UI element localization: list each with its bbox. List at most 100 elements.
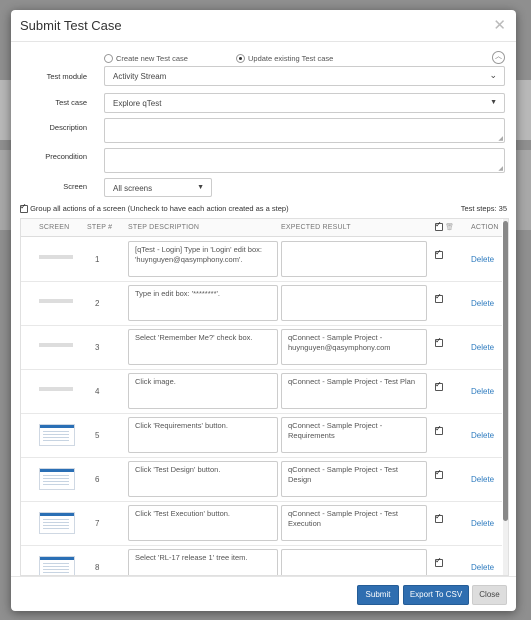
expected-result-input[interactable]: qConnect - Sample Project - Test Executi… [281, 505, 427, 541]
create-new-label: Create new Test case [116, 53, 188, 63]
description-label: Description [49, 123, 87, 132]
table-row: 7 Click 'Test Execution' button. qConnect … [21, 501, 502, 546]
caret-down-icon: ▼ [490, 99, 497, 106]
screen-thumbnail[interactable] [39, 468, 75, 490]
step-number: 6 [95, 475, 100, 484]
table-scrollbar[interactable] [503, 219, 508, 575]
group-actions-label: Group all actions of a screen (Uncheck t… [30, 204, 289, 213]
row-checkbox[interactable] [435, 468, 443, 479]
step-description-input[interactable]: Click 'Test Execution' button. [128, 505, 278, 541]
row-checkbox[interactable] [435, 380, 443, 391]
screen-select[interactable]: All screens ▼ [104, 178, 212, 197]
step-number: 1 [95, 255, 100, 264]
step-number: 5 [95, 431, 100, 440]
modal-header: Submit Test Case ✕ [11, 10, 516, 42]
header-step: STEP # [87, 224, 113, 231]
select-all-checkbox[interactable] [435, 220, 443, 232]
step-description-input[interactable]: Click image. [128, 373, 278, 409]
update-existing-option[interactable]: Update existing Test case [235, 53, 333, 63]
row-checkbox[interactable] [435, 512, 443, 523]
update-existing-radio[interactable] [235, 53, 245, 63]
step-description-input[interactable]: Select 'RL-17 release 1' tree item. [128, 549, 278, 575]
step-description-input[interactable]: Select 'Remember Me?' check box. [128, 329, 278, 365]
expected-result-input[interactable] [281, 285, 427, 321]
screen-value: All screens [113, 184, 153, 193]
table-row: 5 Click 'Requirements' button. qConnect - … [21, 413, 502, 458]
row-checkbox[interactable] [435, 424, 443, 435]
step-number: 7 [95, 519, 100, 528]
step-number: 4 [95, 387, 100, 396]
test-case-select[interactable]: Explore qTest ▼ [104, 93, 505, 113]
screen-thumbnail[interactable] [39, 343, 73, 347]
delete-link[interactable]: Delete [471, 519, 494, 528]
delete-link[interactable]: Delete [471, 299, 494, 308]
close-button[interactable]: Close [472, 585, 507, 605]
header-action: ACTION [471, 224, 499, 231]
test-module-label: Test module [46, 72, 87, 81]
test-module-select[interactable]: Activity Stream ⌄ [104, 66, 505, 86]
screen-thumbnail[interactable] [39, 424, 75, 446]
row-checkbox[interactable] [435, 336, 443, 347]
test-case-value: Explore qTest [113, 99, 162, 108]
expected-result-input[interactable]: qConnect - Sample Project - huynguyen@qa… [281, 329, 427, 365]
expected-result-input[interactable] [281, 549, 427, 575]
resize-handle-icon[interactable]: ◢ [498, 165, 503, 172]
modal-title: Submit Test Case [20, 18, 122, 33]
expected-result-input[interactable] [281, 241, 427, 277]
row-checkbox[interactable] [435, 556, 443, 567]
header-description: STEP DESCRIPTION [128, 224, 200, 231]
screen-label: Screen [63, 182, 87, 191]
expected-result-input[interactable]: qConnect - Sample Project - Requirements [281, 417, 427, 453]
expected-result-input[interactable]: qConnect - Sample Project - Test Design [281, 461, 427, 497]
table-row: 1 [qTest - Login] Type in 'Login' edit bo… [21, 237, 502, 282]
screen-thumbnail[interactable] [39, 299, 73, 303]
precondition-label: Precondition [45, 152, 87, 161]
precondition-input[interactable]: ◢ [104, 148, 505, 173]
header-screen: SCREEN [39, 224, 70, 231]
test-module-value: Activity Stream [113, 72, 167, 81]
table-row: 4 Click image. qConnect - Sample Project -… [21, 369, 502, 414]
expected-result-input[interactable]: qConnect - Sample Project - Test Plan [281, 373, 427, 409]
close-icon[interactable]: ✕ [493, 16, 506, 34]
screen-thumbnail[interactable] [39, 556, 75, 575]
submit-button[interactable]: Submit [357, 585, 399, 605]
header-select-all: 🗑 [435, 220, 454, 232]
screen-thumbnail[interactable] [39, 387, 73, 391]
export-csv-button[interactable]: Export To CSV [403, 585, 469, 605]
screen-thumbnail[interactable] [39, 255, 73, 259]
table-row: 6 Click 'Test Design' button. qConnect - S… [21, 457, 502, 502]
modal-footer: Submit Export To CSV Close [11, 576, 516, 611]
description-input[interactable]: ◢ [104, 118, 505, 143]
test-case-label: Test case [55, 98, 87, 107]
test-steps-table: SCREEN STEP # STEP DESCRIPTION EXPECTED … [20, 218, 509, 576]
mode-radio-group: Create new Test case Update existing Tes… [104, 52, 375, 64]
header-expected: EXPECTED RESULT [281, 224, 351, 231]
step-description-input[interactable]: [qTest - Login] Type in 'Login' edit box… [128, 241, 278, 277]
row-checkbox[interactable] [435, 248, 443, 259]
table-row: 2 Type in edit box: '********'. Delete [21, 281, 502, 326]
step-description-input[interactable]: Click 'Test Design' button. [128, 461, 278, 497]
delete-link[interactable]: Delete [471, 343, 494, 352]
chevron-down-icon: ⌄ [489, 70, 497, 80]
delete-link[interactable]: Delete [471, 563, 494, 572]
create-new-radio[interactable] [104, 53, 113, 63]
resize-handle-icon[interactable]: ◢ [498, 135, 503, 142]
screen-thumbnail[interactable] [39, 512, 75, 534]
step-description-input[interactable]: Click 'Requirements' button. [128, 417, 278, 453]
group-actions-checkbox[interactable] [20, 202, 28, 214]
submit-test-case-modal: Submit Test Case ✕ Create new Test case … [11, 10, 516, 611]
delete-link[interactable]: Delete [471, 387, 494, 396]
trash-icon[interactable]: 🗑 [445, 224, 454, 231]
scrollbar-thumb[interactable] [503, 221, 508, 521]
create-new-option[interactable]: Create new Test case [104, 53, 188, 63]
row-checkbox[interactable] [435, 292, 443, 303]
test-steps-count: Test steps: 35 [460, 204, 507, 213]
delete-link[interactable]: Delete [471, 431, 494, 440]
step-description-input[interactable]: Type in edit box: '********'. [128, 285, 278, 321]
caret-down-icon: ▼ [197, 184, 204, 191]
delete-link[interactable]: Delete [471, 255, 494, 264]
delete-link[interactable]: Delete [471, 475, 494, 484]
group-actions-row: Group all actions of a screen (Uncheck t… [20, 202, 507, 216]
collapse-chevron-icon[interactable]: ︿ [492, 51, 505, 64]
step-number: 2 [95, 299, 100, 308]
